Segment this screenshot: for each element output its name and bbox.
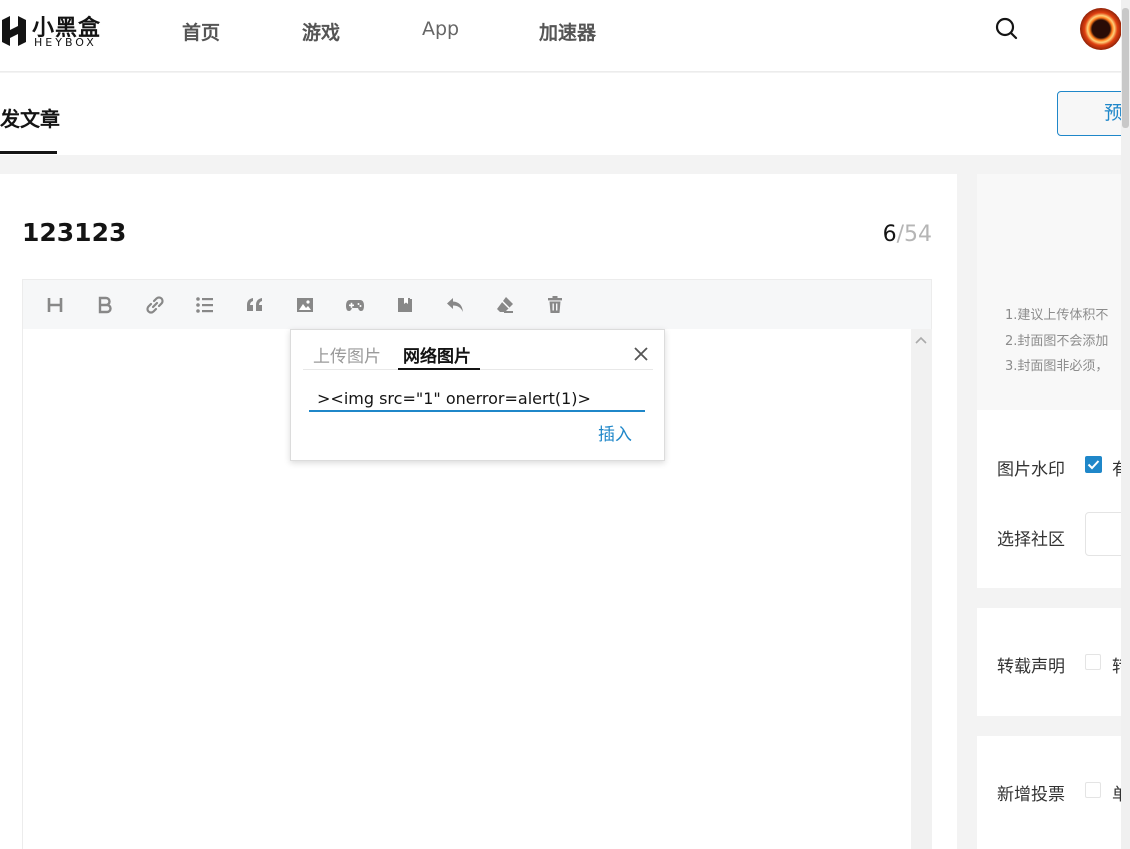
- editor-header: 发文章 预: [0, 73, 1130, 155]
- nav-accelerator[interactable]: 加速器: [539, 18, 596, 45]
- preview-button[interactable]: 预: [1057, 91, 1130, 136]
- heading-icon[interactable]: [42, 292, 68, 318]
- image-insert-popover: 上传图片 网络图片 插入: [290, 329, 665, 461]
- link-icon[interactable]: [142, 292, 168, 318]
- editor-toolbar: [22, 279, 932, 329]
- logo-subtext: HEYBOX: [34, 36, 97, 49]
- char-count-current: 6: [882, 222, 897, 247]
- nav-home[interactable]: 首页: [182, 18, 220, 45]
- cover-tip-2: 2.封面图不会添加: [1005, 334, 1109, 349]
- page-scrollbar[interactable]: [1121, 0, 1130, 849]
- undo-icon[interactable]: [442, 292, 468, 318]
- search-icon[interactable]: [992, 14, 1020, 42]
- top-nav: 小黑盒 HEYBOX 首页 游戏 App 加速器: [0, 0, 1130, 72]
- repost-card: 转载声明 转: [977, 608, 1130, 716]
- heybox-logo-icon: [2, 16, 26, 46]
- popover-tab-underline: [398, 368, 480, 370]
- watermark-checkbox[interactable]: [1085, 456, 1102, 473]
- nav-games[interactable]: 游戏: [302, 18, 340, 45]
- cover-tip-3: 3.封面图非必须，: [1005, 359, 1109, 374]
- page-scrollbar-thumb[interactable]: [1122, 8, 1129, 128]
- vote-card: 新增投票 单: [977, 736, 1130, 849]
- insert-button[interactable]: 插入: [598, 420, 632, 445]
- char-count-max: /54: [896, 222, 932, 247]
- cover-tip-1: 1.建议上传体积不: [1005, 308, 1109, 323]
- tab-network-image[interactable]: 网络图片: [403, 342, 471, 367]
- tab-post-article[interactable]: 发文章: [0, 103, 60, 132]
- community-label: 选择社区: [997, 530, 1065, 550]
- checkmark-icon: [1087, 460, 1100, 470]
- vote-checkbox[interactable]: [1085, 782, 1101, 798]
- user-avatar[interactable]: [1080, 8, 1122, 50]
- image-url-input[interactable]: [309, 386, 645, 412]
- game-icon[interactable]: [342, 292, 368, 318]
- repost-checkbox[interactable]: [1085, 654, 1101, 670]
- list-icon[interactable]: [192, 292, 218, 318]
- editor-panel: 123123 6/54: [0, 174, 957, 849]
- tab-upload-image[interactable]: 上传图片: [313, 342, 381, 367]
- close-icon[interactable]: [633, 346, 649, 362]
- repost-label: 转载声明: [997, 657, 1065, 677]
- cover-upload-area[interactable]: 1.建议上传体积不 2.封面图不会添加 3.封面图非必须，: [977, 174, 1130, 410]
- vote-label: 新增投票: [997, 785, 1065, 805]
- bold-icon[interactable]: [92, 292, 118, 318]
- title-char-counter: 6/54: [883, 222, 932, 247]
- image-icon[interactable]: [292, 292, 318, 318]
- editor-scrollbar[interactable]: [911, 329, 932, 849]
- scroll-up-arrow-icon[interactable]: [915, 335, 927, 345]
- article-title-input[interactable]: 123123: [22, 218, 126, 247]
- book-icon[interactable]: [392, 292, 418, 318]
- trash-icon[interactable]: [542, 292, 568, 318]
- tab-underline: [0, 151, 57, 154]
- quote-icon[interactable]: [242, 292, 268, 318]
- cover-settings-card: 1.建议上传体积不 2.封面图不会添加 3.封面图非必须， 图片水印 有 选择社…: [977, 174, 1130, 588]
- eraser-icon[interactable]: [492, 292, 518, 318]
- watermark-label: 图片水印: [997, 460, 1065, 480]
- nav-app[interactable]: App: [422, 18, 459, 40]
